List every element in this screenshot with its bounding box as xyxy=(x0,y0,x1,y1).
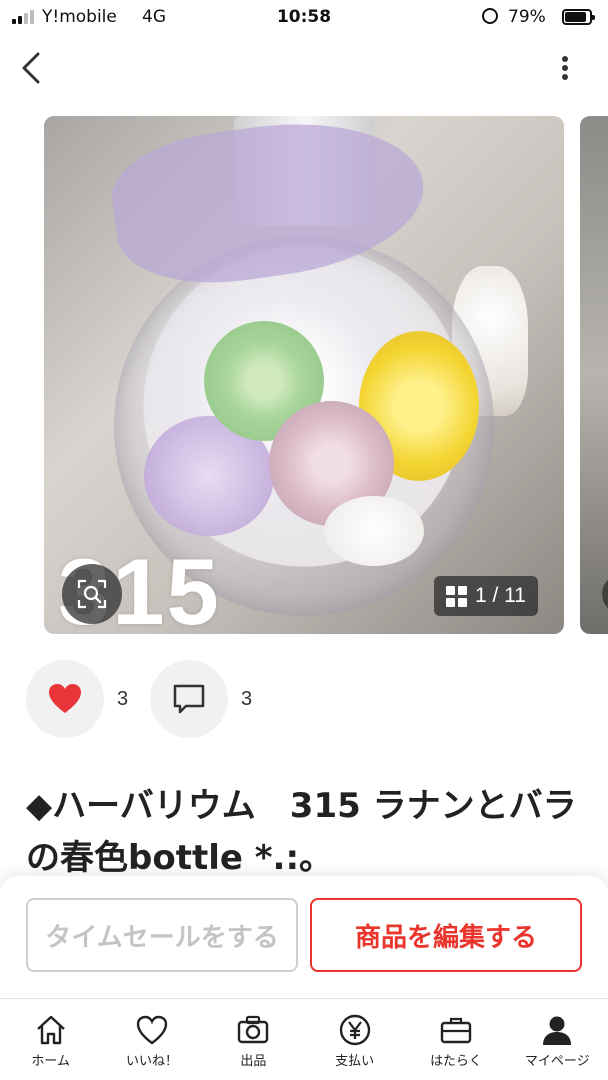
photo-counter-text: 1 / 11 xyxy=(475,584,526,607)
like-button[interactable] xyxy=(26,660,104,738)
tab-label: いいね！ xyxy=(125,1054,178,1069)
photo-white-flower xyxy=(324,496,424,566)
user-icon xyxy=(543,1016,572,1045)
like-count: 3 xyxy=(117,688,129,710)
more-options-button[interactable] xyxy=(554,54,576,82)
camera-icon xyxy=(238,1015,269,1044)
tab-likes[interactable]: いいね！ xyxy=(101,999,202,1080)
tab-label: はたらく xyxy=(430,1054,482,1069)
item-title: ◆ハーバリウム 315 ラナンとバラの春色bottle *.:。 xyxy=(26,786,577,878)
grid-icon xyxy=(446,585,467,607)
comment-button[interactable] xyxy=(150,660,228,738)
time-sale-button[interactable]: タイムセールをする xyxy=(26,898,298,972)
tab-sell[interactable]: 出品 xyxy=(203,999,304,1080)
product-photo[interactable]: 315 1 / 11 xyxy=(44,116,564,634)
photo-counter[interactable]: 1 / 11 xyxy=(434,576,538,616)
next-photo-zoom-icon xyxy=(602,574,608,614)
zoom-icon xyxy=(77,579,107,609)
tab-mypage[interactable]: マイページ xyxy=(507,999,608,1080)
zoom-button[interactable] xyxy=(62,564,122,624)
home-icon xyxy=(36,1015,65,1045)
back-button[interactable] xyxy=(18,50,48,86)
status-bar: Y!mobile 4G 10:58 79% xyxy=(0,0,608,36)
tab-work[interactable]: はたらく xyxy=(405,999,506,1080)
comment-icon xyxy=(173,684,205,714)
tab-payment[interactable]: 支払い xyxy=(304,999,405,1080)
edit-item-button[interactable]: 商品を編集する xyxy=(310,898,582,972)
comment-count: 3 xyxy=(241,688,253,710)
battery-icon xyxy=(562,9,595,25)
tab-home[interactable]: ホーム xyxy=(0,999,101,1080)
heart-icon xyxy=(49,684,81,713)
tab-bar: ホーム いいね！ 出品 支払い はたらく マイページ xyxy=(0,998,608,1080)
tab-label: マイページ xyxy=(524,1054,590,1069)
rotation-lock-icon xyxy=(482,8,498,24)
action-bar: タイムセールをする 商品を編集する xyxy=(0,876,608,1000)
back-arrow-icon xyxy=(22,52,40,84)
briefcase-icon xyxy=(440,1017,472,1044)
tab-label: 支払い xyxy=(335,1054,375,1069)
tab-label: ホーム xyxy=(31,1054,70,1069)
next-photo-preview[interactable] xyxy=(580,116,608,634)
more-vertical-icon xyxy=(562,56,568,80)
image-carousel[interactable]: 315 1 / 11 xyxy=(0,116,608,636)
battery-percent: 79% xyxy=(508,7,546,27)
social-row: 3 3 xyxy=(0,660,608,740)
yen-icon xyxy=(339,1014,370,1046)
tab-label: 出品 xyxy=(240,1054,267,1069)
heart-icon xyxy=(136,1015,168,1045)
